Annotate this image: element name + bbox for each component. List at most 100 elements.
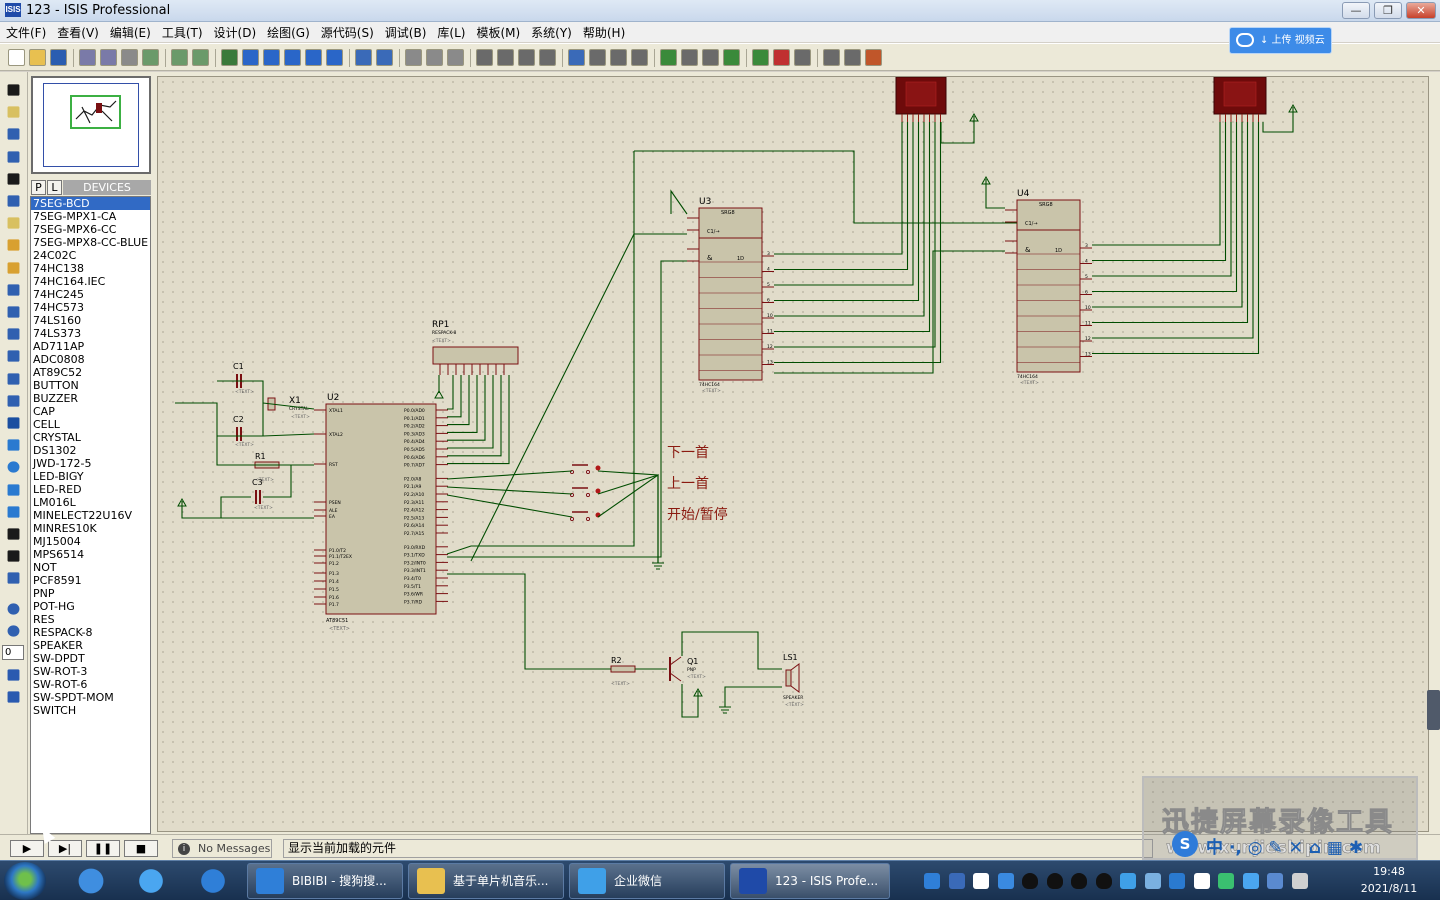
device-list-item[interactable]: SWITCH (31, 704, 150, 717)
electrical-rule-check-icon[interactable] (844, 49, 861, 66)
component-mode-icon[interactable] (7, 106, 20, 118)
message-box[interactable]: i No Messages (172, 839, 272, 858)
taskbar-item-1[interactable]: 基于单片机音乐... (408, 863, 564, 899)
network-b-icon[interactable] (1193, 873, 1210, 889)
ls1-speaker-body[interactable] (785, 669, 792, 687)
text-script-mode-icon[interactable] (7, 173, 20, 185)
device-list[interactable]: 7SEG-BCD 7SEG-MPX1-CA 7SEG-MPX6-CC 7SEG-MPX… (30, 196, 151, 834)
ime-toolbar[interactable]: S 中 ·, ◎ ✎ ✕ ⌂ ▦ ✱ (1172, 829, 1440, 859)
device-list-item[interactable]: DS1302 (31, 444, 150, 457)
device-list-item[interactable]: 74HC164.IEC (31, 275, 150, 288)
device-list-item[interactable]: MPS6514 (31, 548, 150, 561)
menu-item-11[interactable]: 帮助(H) (577, 22, 630, 41)
device-list-item[interactable]: 24C02C (31, 249, 150, 262)
pinned-security-icon[interactable] (66, 864, 116, 898)
pinned-baidu-cloud-icon[interactable] (126, 864, 176, 898)
menu-item-0[interactable]: 文件(F) (0, 22, 51, 41)
device-list-item[interactable]: MJ15004 (31, 535, 150, 548)
schematic-editing-window[interactable]: U2 AT89C51 <TEXT> XTAL1 XTAL2 RST PSEN ALE EA P1.… (153, 72, 1440, 834)
sim-pause-button[interactable]: ❚❚ (86, 840, 120, 857)
block-move-icon[interactable] (497, 49, 514, 66)
device-list-item[interactable]: 7SEG-MPX6-CC (31, 223, 150, 236)
sim-step-button[interactable]: ▶| (48, 840, 82, 857)
shield-icon[interactable] (1267, 873, 1283, 889)
menu-item-8[interactable]: 库(L) (431, 22, 470, 41)
push-button-indicator[interactable] (595, 465, 601, 471)
print-area-icon[interactable] (142, 49, 159, 66)
push-button-indicator[interactable] (595, 488, 601, 494)
device-list-item[interactable]: 74HC573 (31, 301, 150, 314)
rotate-clockwise-icon[interactable] (7, 602, 20, 615)
network-a-icon[interactable] (1169, 873, 1185, 889)
new-sheet-icon[interactable] (752, 49, 769, 66)
device-list-item[interactable]: JWD-172-5 (31, 457, 150, 470)
messenger-icon[interactable] (1120, 873, 1136, 889)
circle-mode-icon[interactable] (7, 461, 20, 473)
overview-viewport[interactable] (70, 95, 121, 129)
device-list-item[interactable]: RES (31, 613, 150, 626)
device-list-item[interactable]: 74LS373 (31, 327, 150, 340)
device-list-item[interactable]: LED-RED (31, 483, 150, 496)
zoom-in-icon[interactable] (263, 49, 280, 66)
device-list-item[interactable]: CAP (31, 405, 150, 418)
menu-item-6[interactable]: 源代码(S) (315, 22, 379, 41)
device-list-item[interactable]: MINRES10K (31, 522, 150, 535)
box-mode-icon[interactable] (7, 439, 20, 451)
origin-icon[interactable] (221, 49, 238, 66)
design-explorer-icon[interactable] (723, 49, 740, 66)
block-rotate-icon[interactable] (518, 49, 535, 66)
device-list-item[interactable]: 7SEG-MPX8-CC-BLUE (31, 236, 150, 249)
search-tag-icon[interactable] (681, 49, 698, 66)
markers-mode-icon[interactable] (7, 572, 20, 584)
library-manager-tab[interactable]: L (47, 180, 62, 195)
menu-item-4[interactable]: 设计(D) (208, 22, 262, 41)
minimize-button[interactable]: — (1342, 2, 1370, 19)
print-icon[interactable] (121, 49, 138, 66)
wire-label-mode-icon[interactable] (7, 150, 20, 163)
device-pins-mode-icon[interactable] (7, 261, 20, 274)
generator-mode-icon[interactable] (7, 328, 20, 340)
import-section-icon[interactable] (79, 49, 96, 66)
sim-play-button[interactable]: ▶ (10, 840, 44, 857)
symbols-mode-icon[interactable] (7, 550, 20, 562)
start-button[interactable] (4, 862, 46, 900)
copy-icon[interactable] (426, 49, 443, 66)
arc-mode-icon[interactable] (7, 483, 20, 496)
ime-status-glyphs[interactable]: 中 ·, ◎ ✎ ✕ ⌂ ▦ ✱ (1206, 833, 1363, 858)
qq-3-icon[interactable] (1071, 873, 1087, 889)
close-button[interactable]: ✕ (1406, 2, 1436, 19)
device-list-item[interactable]: 74HC138 (31, 262, 150, 275)
packaging-tool-icon[interactable] (610, 49, 627, 66)
volume-icon[interactable] (1291, 873, 1308, 889)
device-list-item[interactable]: ADC0808 (31, 353, 150, 366)
menu-item-5[interactable]: 绘图(G) (261, 22, 315, 41)
block-copy-icon[interactable] (476, 49, 493, 66)
rotate-anticlockwise-icon[interactable] (7, 625, 20, 637)
line-mode-icon[interactable] (7, 417, 20, 429)
qq-4-icon[interactable] (1095, 873, 1112, 889)
sogou-ime-icon[interactable]: S (1172, 831, 1198, 857)
rotation-angle-input[interactable] (2, 645, 24, 660)
security-icon[interactable] (997, 873, 1014, 889)
new-file-icon[interactable] (8, 49, 25, 66)
device-list-item[interactable]: AT89C52 (31, 366, 150, 379)
pick-device-icon[interactable] (568, 49, 585, 66)
vertical-scroll-thumb[interactable] (1427, 690, 1440, 730)
property-assignment-icon[interactable] (702, 49, 719, 66)
device-list-item[interactable]: MINELECT22U16V (31, 509, 150, 522)
selection-mode-icon[interactable] (7, 84, 20, 96)
menu-item-2[interactable]: 编辑(E) (104, 22, 156, 41)
device-list-item[interactable]: CELL (31, 418, 150, 431)
rp1-respack[interactable] (432, 346, 519, 365)
remove-sheet-icon[interactable] (773, 49, 790, 66)
menu-item-3[interactable]: 工具(T) (156, 22, 208, 41)
device-list-item[interactable]: 7SEG-BCD (31, 197, 150, 210)
overview-window[interactable] (31, 76, 151, 174)
menu-item-7[interactable]: 调试(B) (379, 22, 432, 41)
text-mode-icon[interactable] (7, 528, 20, 540)
device-list-item[interactable]: CRYSTAL (31, 431, 150, 444)
redo-icon[interactable] (376, 49, 393, 66)
cloud-upload-badge[interactable]: ↓ 上传 视频云 (1229, 27, 1332, 54)
device-list-item[interactable]: SW-SPDT-MOM (31, 691, 150, 704)
pinned-ie-icon[interactable] (188, 864, 238, 898)
